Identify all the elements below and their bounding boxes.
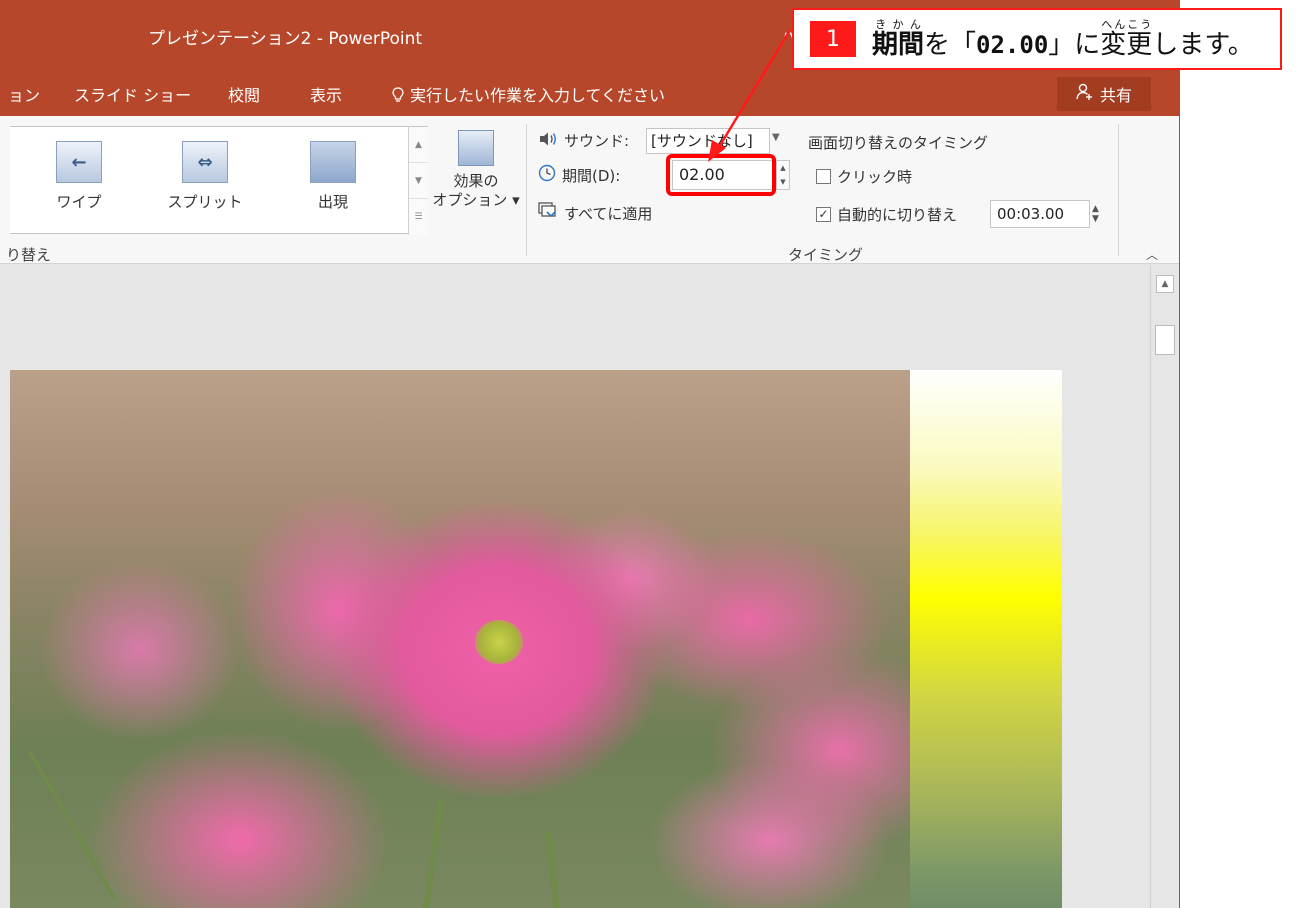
effect-options-button[interactable]: 効果の オプション ▾ xyxy=(432,126,520,236)
chevron-down-icon[interactable]: ▼ xyxy=(772,132,780,143)
vertical-scrollbar[interactable]: ▲ xyxy=(1150,265,1179,908)
effect-options-label-1: 効果の xyxy=(453,172,499,190)
expand-gallery-icon[interactable]: ☰ xyxy=(409,199,428,235)
scroll-down-icon[interactable]: ▼ xyxy=(409,163,428,199)
gallery-item-wipe[interactable]: ← ワイプ xyxy=(24,135,134,225)
duration-label: 期間(D): xyxy=(562,166,621,185)
on-click-checkbox[interactable] xyxy=(816,169,831,184)
apply-all-label: すべてに適用 xyxy=(564,204,653,223)
share-button[interactable]: 共有 xyxy=(1057,77,1151,111)
instruction-callout: 1 期間きかんを「02.00」に変更へんこうします。 xyxy=(792,8,1282,70)
effect-options-icon xyxy=(458,130,494,166)
tab-slideshow[interactable]: スライド ショー xyxy=(74,82,191,106)
group-label-timing: タイミング xyxy=(788,246,864,264)
ruby-reading: へんこう xyxy=(1100,17,1153,31)
gallery-item-label: スプリット xyxy=(167,193,243,211)
gallery-item-label: 出現 xyxy=(317,193,348,211)
apply-all-button[interactable]: すべてに適用 xyxy=(538,202,652,224)
time-spinner[interactable]: ▲ ▼ xyxy=(1092,204,1099,224)
effect-options-label-2: オプション ▾ xyxy=(432,191,520,209)
spin-up-icon[interactable]: ▲ xyxy=(1092,204,1099,214)
gallery-item-appear[interactable]: 出現 xyxy=(278,135,388,225)
tell-me-placeholder: 実行したい作業を入力してください xyxy=(410,86,666,105)
slide-canvas[interactable] xyxy=(10,370,1062,908)
powerpoint-window: プレゼンテーション2 - PowerPoint パ ョン スライド ショー 校閲… xyxy=(0,0,1180,908)
share-label: 共有 xyxy=(1099,86,1132,105)
on-click-row[interactable]: クリック時 xyxy=(816,166,912,187)
group-divider xyxy=(526,124,527,256)
tab-animation[interactable]: ョン xyxy=(8,82,40,106)
ribbon: ← ワイプ ⇔ スプリット 出現 ▲ ▼ ☰ り替え 効果の オプション ▾ サ… xyxy=(0,116,1179,264)
auto-advance-label: 自動的に切り替え xyxy=(837,206,958,224)
word-change: 変更 xyxy=(1100,29,1153,60)
word-duration: 期間 xyxy=(872,29,925,60)
group-divider xyxy=(1118,124,1119,256)
lightbulb-icon xyxy=(392,86,404,102)
apply-all-icon xyxy=(538,202,558,224)
on-click-label: クリック時 xyxy=(837,168,913,186)
flower-stem xyxy=(27,750,117,900)
sound-row: サウンド: xyxy=(538,130,629,151)
flower-center xyxy=(475,620,523,664)
spin-down-icon[interactable]: ▼ xyxy=(1092,214,1099,224)
text-part: 」に xyxy=(1048,29,1101,60)
sound-dropdown[interactable]: [サウンドなし] xyxy=(646,128,770,154)
spin-down-icon[interactable]: ▼ xyxy=(777,175,789,189)
spin-up-icon[interactable]: ▲ xyxy=(777,161,789,175)
tab-review[interactable]: 校閲 xyxy=(228,82,260,106)
scroll-up-icon[interactable]: ▲ xyxy=(409,127,428,163)
gallery-scrollbar[interactable]: ▲ ▼ ☰ xyxy=(408,127,428,235)
text-part: します。 xyxy=(1152,29,1254,60)
flower-photo xyxy=(10,370,910,908)
duration-row: 期間(D): xyxy=(538,164,620,186)
auto-advance-checkbox[interactable]: ✓ xyxy=(816,207,831,222)
gallery-item-label: ワイプ xyxy=(56,193,102,211)
instruction-text: 期間きかんを「02.00」に変更へんこうします。 xyxy=(872,18,1254,61)
collapse-ribbon-icon[interactable]: ︿ xyxy=(1146,246,1158,263)
ribbon-tab-bar: ョン スライド ショー 校閲 表示 実行したい作業を入力してください xyxy=(0,70,1179,116)
ruby-change: 変更へんこう xyxy=(1100,18,1153,60)
person-add-icon xyxy=(1076,83,1094,105)
group-label-transitions: り替え xyxy=(6,246,52,264)
tab-view[interactable]: 表示 xyxy=(310,82,342,106)
ruby-duration: 期間きかん xyxy=(872,18,925,60)
tell-me-box[interactable]: 実行したい作業を入力してください xyxy=(392,82,665,106)
advance-slide-title: 画面切り替えのタイミング xyxy=(808,134,989,152)
duration-spinner[interactable]: ▲ ▼ xyxy=(776,160,790,190)
wipe-icon: ← xyxy=(56,141,102,183)
transition-gallery: ← ワイプ ⇔ スプリット 出現 ▲ ▼ ☰ xyxy=(10,126,428,235)
speaker-icon xyxy=(538,131,558,151)
flower-stem xyxy=(545,829,561,908)
auto-advance-row[interactable]: ✓ 自動的に切り替え xyxy=(816,204,957,225)
split-icon: ⇔ xyxy=(182,141,228,183)
text-part: を「 xyxy=(924,29,977,60)
scroll-thumb[interactable] xyxy=(1155,325,1175,355)
clock-icon xyxy=(538,164,556,186)
value-text: 02.00 xyxy=(976,30,1049,59)
gallery-item-split[interactable]: ⇔ スプリット xyxy=(150,135,260,225)
ruby-reading: きかん xyxy=(872,17,924,31)
sound-label: サウンド: xyxy=(564,132,630,150)
flower-stem xyxy=(421,800,445,908)
scroll-up-icon[interactable]: ▲ xyxy=(1156,275,1174,293)
duration-highlight-box xyxy=(666,154,776,196)
gradient-shape xyxy=(910,370,1062,908)
appear-icon xyxy=(310,141,356,183)
auto-advance-time-input[interactable]: 00:03.00 xyxy=(990,200,1090,228)
window-title: プレゼンテーション2 - PowerPoint xyxy=(148,29,423,49)
step-number-badge: 1 xyxy=(810,21,856,57)
